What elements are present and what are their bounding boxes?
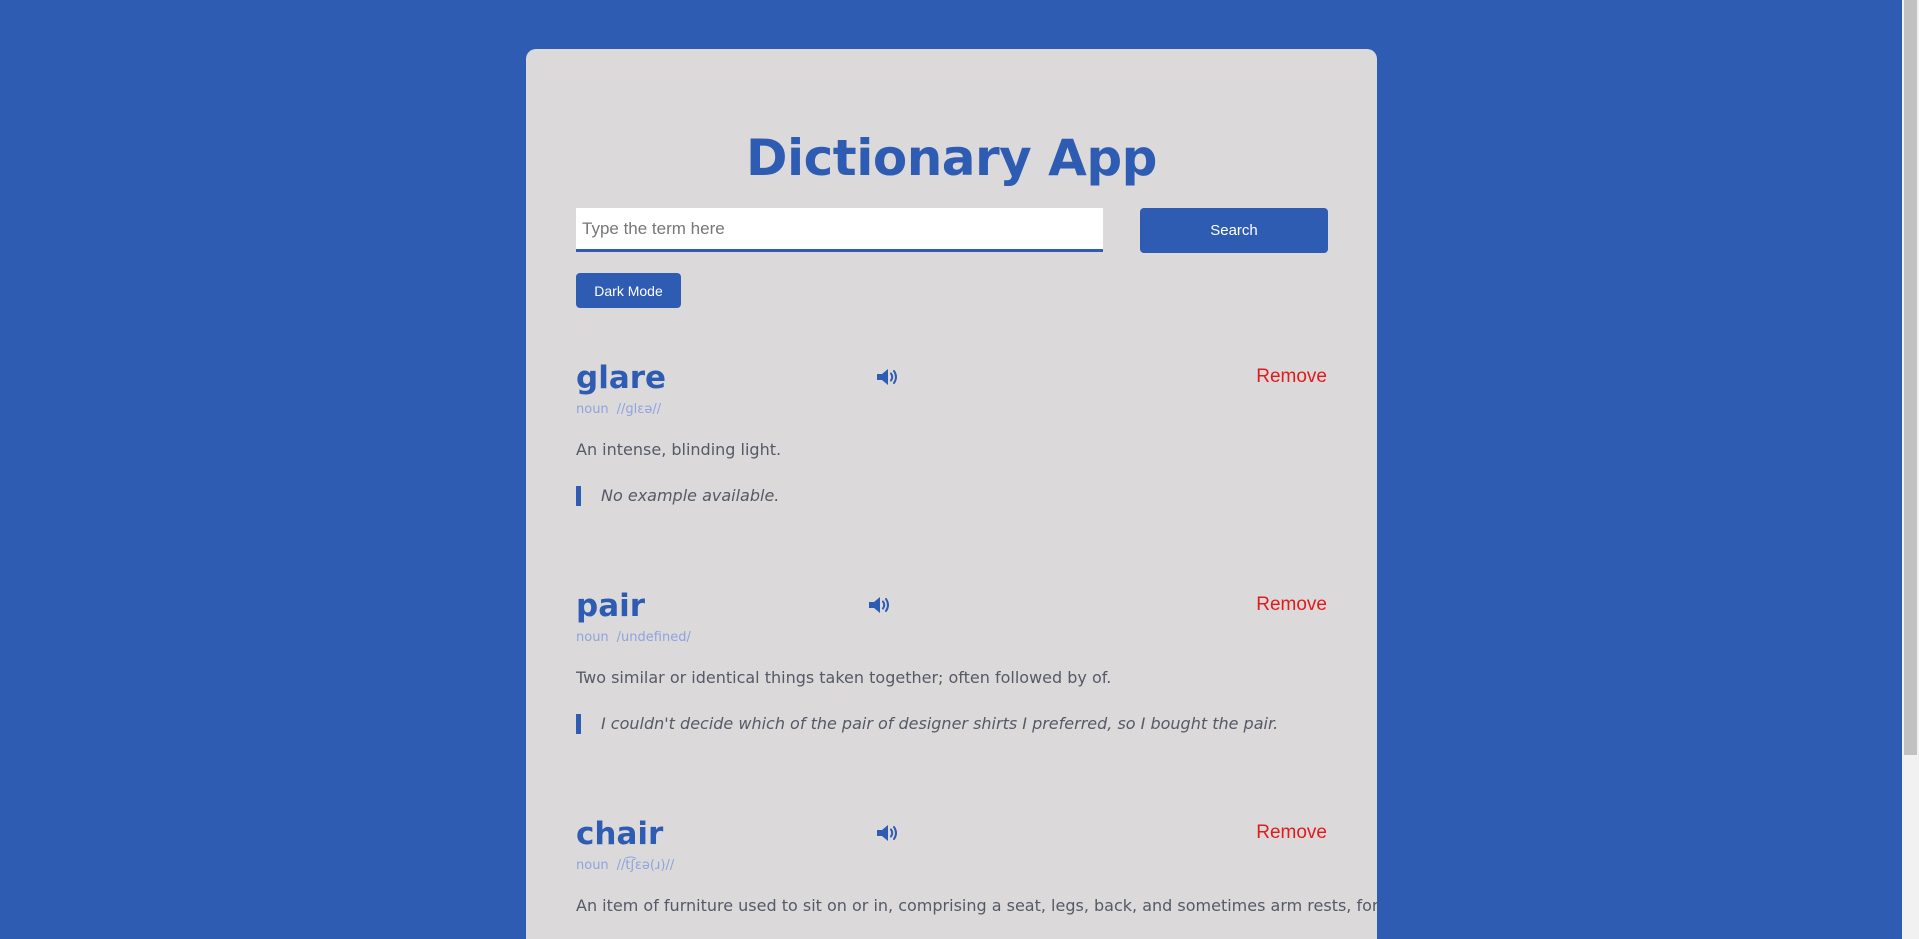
scrollbar-thumb[interactable] (1904, 0, 1917, 755)
remove-button[interactable]: Remove (1256, 594, 1327, 616)
dictionary-card: Dictionary App Search Dark Mode glare Re… (526, 49, 1379, 939)
part-of-speech: noun (576, 630, 609, 645)
entry-word: chair (576, 816, 664, 852)
search-bar: Search (576, 208, 1328, 254)
speaker-icon[interactable] (875, 366, 901, 388)
phonetic: //t͡ʃɛə(ɹ)// (616, 858, 675, 873)
definition: Two similar or identical things taken to… (576, 668, 1112, 687)
entry-meta: noun //ɡlɛə// (576, 402, 661, 417)
search-button[interactable]: Search (1140, 208, 1328, 253)
entry-meta: noun/undefined/ (576, 630, 691, 645)
phonetic: //ɡlɛə// (616, 402, 662, 417)
speaker-icon[interactable] (875, 822, 901, 844)
example-quote: No example available. (576, 486, 779, 506)
page-scrollbar[interactable] (1902, 0, 1919, 939)
part-of-speech: noun (576, 858, 609, 873)
example-quote: I couldn't decide which of the pair of d… (576, 714, 1278, 734)
app-title: Dictionary App (746, 129, 1157, 187)
entry-word: pair (576, 588, 646, 624)
entry-meta: noun //t͡ʃɛə(ɹ)// (576, 858, 674, 873)
definition: An intense, blinding light. (576, 440, 782, 459)
remove-button[interactable]: Remove (1256, 822, 1327, 844)
search-input[interactable] (576, 208, 1103, 252)
speaker-icon[interactable] (867, 594, 893, 616)
page: Dictionary App Search Dark Mode glare Re… (0, 0, 1919, 939)
definition: An item of furniture used to sit on or i… (576, 896, 1379, 915)
phonetic: /undefined/ (616, 630, 691, 645)
part-of-speech: noun (576, 402, 609, 417)
dark-mode-button[interactable]: Dark Mode (576, 273, 681, 308)
entry-word: glare (576, 360, 667, 396)
remove-button[interactable]: Remove (1256, 366, 1327, 388)
